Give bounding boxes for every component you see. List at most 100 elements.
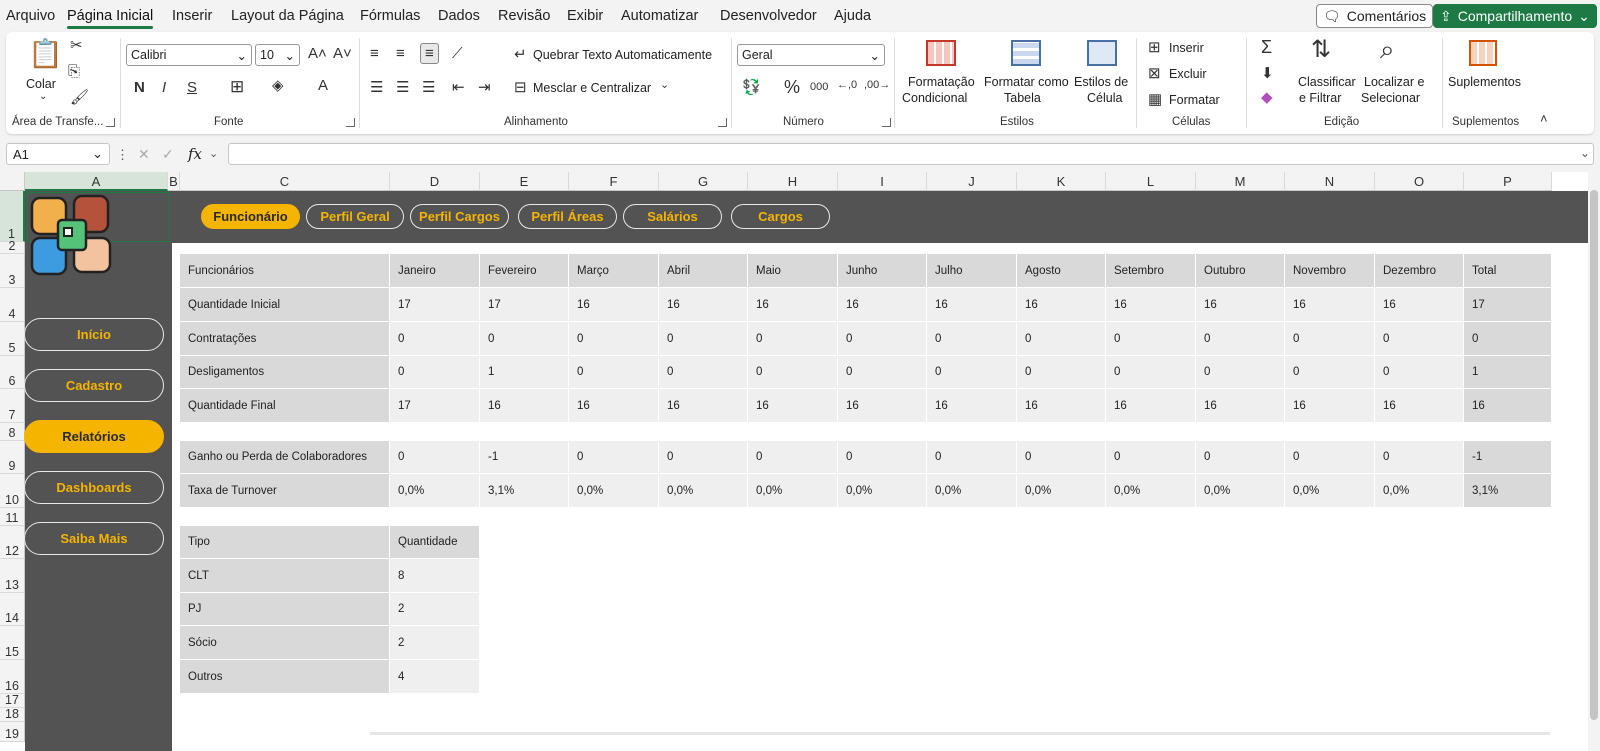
table-cell[interactable]: 0 [927,441,1017,474]
table-cell[interactable]: 16 [1017,288,1106,322]
find-select-button[interactable]: Localizar e [1364,74,1424,90]
table-cell[interactable]: 0 [1106,356,1196,389]
table-cell[interactable]: 17 [480,288,569,322]
table-cell[interactable]: 16 [838,288,927,322]
delete-cells-icon[interactable]: ⊠ [1148,66,1161,81]
wrap-text-button[interactable]: Quebrar Texto Automaticamente [533,48,712,62]
select-all-corner[interactable] [0,172,25,191]
alignment-launcher-icon[interactable] [718,118,727,127]
table-header-cell[interactable]: Novembro [1285,254,1375,288]
table-cell[interactable]: 0 [1017,441,1106,474]
percent-icon[interactable]: % [784,78,800,96]
table-cell[interactable]: 0 [659,322,748,356]
table-cell[interactable]: 0,0% [1285,474,1375,508]
paste-button[interactable]: Colar [26,76,56,92]
row-header-3[interactable]: 3 [0,254,25,288]
table-cell[interactable]: 16 [1375,288,1464,322]
table-header-cell[interactable]: Quantidade [390,526,480,559]
row-label-cell[interactable]: PJ [180,593,390,626]
merge-center-button[interactable]: Mesclar e Centralizar [533,81,651,95]
table-cell[interactable]: 1 [1464,356,1552,389]
row-label-cell[interactable]: Quantidade Final [180,389,390,423]
tab-ajuda[interactable]: Ajuda [834,8,871,24]
table-cell[interactable]: 0 [1106,322,1196,356]
format-as-table-icon[interactable] [1011,40,1041,66]
cancel-icon[interactable]: ✕ [138,146,150,163]
table-cell[interactable]: 16 [748,288,838,322]
table-cell[interactable]: 0,0% [659,474,748,508]
tab-salarios[interactable]: Salários [623,204,722,229]
format-as-table-label[interactable]: Tabela [1004,90,1041,106]
table-cell[interactable]: 0 [748,441,838,474]
table-cell[interactable]: 0 [1196,441,1285,474]
table-cell[interactable]: 16 [1106,389,1196,423]
format-cells-button[interactable]: Formatar [1169,93,1220,107]
table-header-cell[interactable]: Abril [659,254,748,288]
sidebar-item-inicio[interactable]: Início [24,318,164,351]
share-button[interactable]: ⇪ Compartilhamento ⌄ [1433,4,1597,28]
tab-automatizar[interactable]: Automatizar [621,8,698,24]
table-header-cell[interactable]: Agosto [1017,254,1106,288]
clear-icon[interactable]: ◆ [1261,90,1273,105]
table-cell[interactable]: 0 [1375,441,1464,474]
insert-cells-icon[interactable]: ⊞ [1148,40,1161,55]
table-cell[interactable]: 0,0% [838,474,927,508]
table-cell[interactable]: 0 [1464,322,1552,356]
table-header-cell[interactable]: Outubro [1196,254,1285,288]
row-header-15[interactable]: 15 [0,626,25,660]
format-painter-icon[interactable]: 🖌 [70,90,89,105]
table-cell[interactable]: 16 [1285,288,1375,322]
column-header-f[interactable]: F [569,172,659,191]
bold-button[interactable]: N [134,80,145,95]
cell-styles-button[interactable]: Estilos de [1074,74,1128,90]
currency-icon[interactable]: 💱 [742,80,761,95]
align-center-icon[interactable]: ☰ [396,80,409,95]
vertical-scrollbar-thumb[interactable] [1590,190,1598,720]
chevron-down-icon[interactable]: ⌄ [209,147,218,160]
row-header-11[interactable]: 11 [0,508,25,526]
row-header-10[interactable]: 10 [0,474,25,508]
row-header-12[interactable]: 12 [0,526,25,559]
column-header-j[interactable]: J [927,172,1017,191]
merge-center-icon[interactable]: ⊟ [514,80,527,95]
column-header-i[interactable]: I [838,172,927,191]
row-header-14[interactable]: 14 [0,593,25,626]
table-header-cell[interactable]: Junho [838,254,927,288]
chevron-down-icon[interactable]: ⌄ [660,80,669,91]
table-header-cell[interactable]: Tipo [180,526,390,559]
table-cell[interactable]: 16 [569,389,659,423]
row-header-18[interactable]: 18 [0,707,25,722]
row-label-cell[interactable]: CLT [180,559,390,593]
table-header-cell[interactable]: Setembro [1106,254,1196,288]
table-cell[interactable]: 0 [927,356,1017,389]
table-cell[interactable]: 3,1% [1464,474,1552,508]
table-cell[interactable]: 0,0% [569,474,659,508]
table-cell[interactable]: 0 [927,322,1017,356]
table-cell[interactable]: 0,0% [927,474,1017,508]
table-cell[interactable]: 16 [838,389,927,423]
column-header-l[interactable]: L [1106,172,1196,191]
table-cell[interactable]: 0 [1017,322,1106,356]
sidebar-item-dashboards[interactable]: Dashboards [24,471,164,504]
column-header-g[interactable]: G [659,172,748,191]
row-header-16[interactable]: 16 [0,660,25,694]
increase-decimal-icon[interactable]: ←,0 [837,80,857,91]
table-header-cell[interactable]: Total [1464,254,1552,288]
number-launcher-icon[interactable] [882,118,891,127]
table-cell[interactable]: 0,0% [390,474,480,508]
sort-filter-icon[interactable]: ⇅ [1311,38,1331,62]
align-right-icon[interactable]: ☰ [422,80,435,95]
chevron-down-icon[interactable]: ⌄ [39,92,47,102]
table-cell[interactable]: 0 [390,356,480,389]
font-launcher-icon[interactable] [346,118,355,127]
table-cell[interactable]: 16 [1106,288,1196,322]
table-cell[interactable]: 0 [1196,322,1285,356]
thousands-separator-icon[interactable]: 000 [810,82,828,93]
table-cell[interactable]: 0 [838,322,927,356]
table-cell[interactable]: 16 [1375,389,1464,423]
table-cell[interactable]: 0 [569,322,659,356]
tab-layout-da-pagina[interactable]: Layout da Página [231,8,344,24]
row-header-17[interactable]: 17 [0,693,25,708]
align-bottom-icon[interactable]: ≡ [420,43,439,64]
row-header-1[interactable]: 1 [0,191,25,242]
